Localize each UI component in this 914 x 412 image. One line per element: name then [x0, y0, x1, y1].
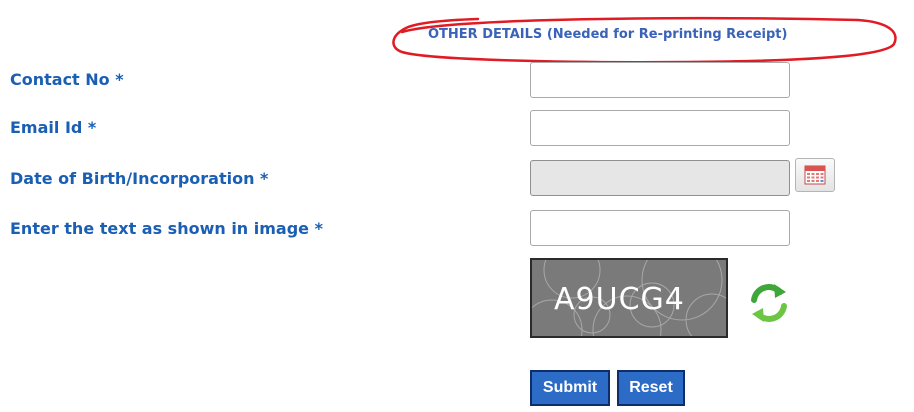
- contact-no-input[interactable]: [530, 62, 790, 98]
- section-title: OTHER DETAILS (Needed for Re-printing Re…: [428, 27, 788, 42]
- calendar-button[interactable]: [795, 158, 835, 192]
- dob-label: Date of Birth/Incorporation *: [10, 169, 269, 188]
- captcha-input[interactable]: [530, 210, 790, 246]
- captcha-text: A9UCG4: [554, 282, 685, 317]
- reset-button[interactable]: Reset: [617, 370, 685, 406]
- contact-no-label: Contact No *: [10, 70, 124, 89]
- captcha-image: A9UCG4: [530, 258, 728, 338]
- email-id-label: Email Id *: [10, 118, 97, 137]
- refresh-icon: [751, 284, 787, 322]
- submit-button[interactable]: Submit: [530, 370, 610, 406]
- email-id-input[interactable]: [530, 110, 790, 146]
- captcha-label: Enter the text as shown in image *: [10, 219, 323, 238]
- refresh-captcha-button[interactable]: [744, 278, 794, 328]
- dob-input[interactable]: [530, 160, 790, 196]
- calendar-icon: [804, 165, 826, 185]
